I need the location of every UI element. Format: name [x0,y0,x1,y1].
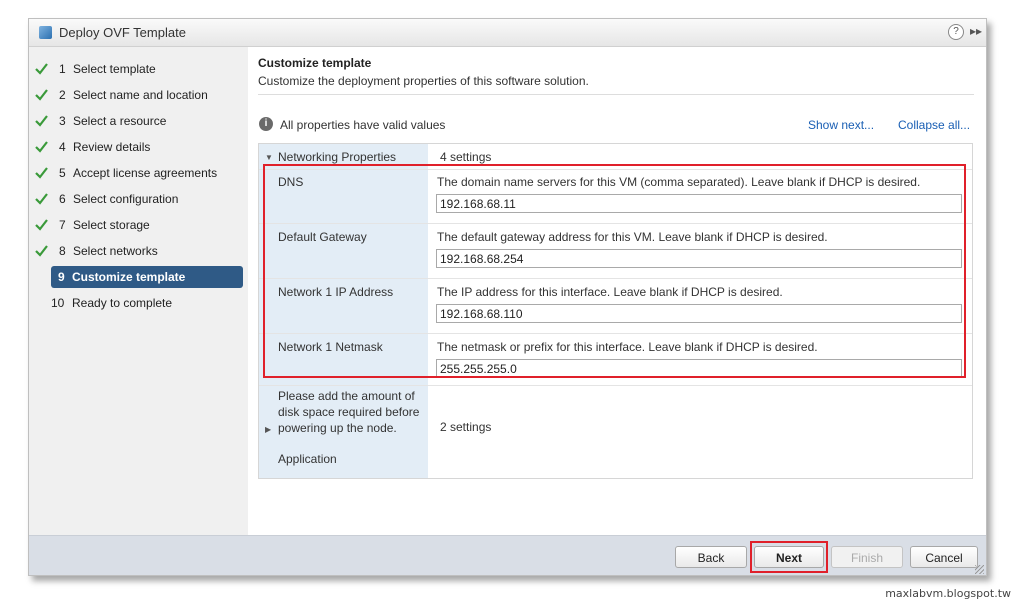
info-icon: i [259,117,273,131]
ip-address-input[interactable] [436,304,962,323]
checkmark-icon [35,141,48,153]
application-description[interactable]: Please add the amount of disk space requ… [278,388,426,436]
step-select-configuration[interactable]: 6 Select configuration [29,188,248,210]
finish-button: Finish [831,546,903,568]
row-divider [259,278,972,279]
help-icon[interactable]: ? [948,24,964,40]
row-divider [259,169,972,170]
networking-settings-count: 4 settings [440,150,492,164]
show-next-link[interactable]: Show next... [808,118,874,132]
dialog-title: Deploy OVF Template [59,25,186,40]
step-number: 3 [59,114,66,128]
step-customize-template[interactable]: 9 Customize template [51,266,243,288]
step-select-resource[interactable]: 3 Select a resource [29,110,248,132]
step-label: Select a resource [73,114,167,128]
step-number: 4 [59,140,66,154]
step-number: 8 [59,244,66,258]
ip-address-label: Network 1 IP Address [278,285,394,299]
row-divider [259,333,972,334]
page-subtitle: Customize the deployment properties of t… [258,74,589,88]
application-settings-count: 2 settings [440,420,492,434]
step-number: 6 [59,192,66,206]
application-header[interactable]: Application [278,452,337,466]
cancel-button[interactable]: Cancel [910,546,978,568]
checkmark-icon [35,245,48,257]
step-label: Select configuration [73,192,179,206]
resize-grip-icon[interactable] [975,565,984,574]
step-label: Review details [73,140,151,154]
default-gateway-input[interactable] [436,249,962,268]
expand-icon[interactable]: ▸▸ [970,24,982,38]
checkmark-icon [35,63,48,75]
step-label: Select template [73,62,156,76]
default-gateway-description: The default gateway address for this VM.… [437,230,828,244]
step-number: 9 [58,270,65,284]
checkmark-icon [35,115,48,127]
divider [258,94,974,95]
back-button[interactable]: Back [675,546,747,568]
row-divider [259,223,972,224]
step-accept-license[interactable]: 5 Accept license agreements [29,162,248,184]
collapse-arrow-icon[interactable]: ▼ [265,153,273,162]
step-number: 10 [51,296,65,310]
wizard-steps: 1 Select template 2 Select name and loca… [29,47,248,535]
default-gateway-label: Default Gateway [278,230,367,244]
content-panel: Customize template Customize the deploym… [248,47,986,535]
checkmark-icon [35,167,48,179]
step-select-name-location[interactable]: 2 Select name and location [29,84,248,106]
networking-properties-header[interactable]: Networking Properties [278,150,396,164]
watermark: maxlabvm.blogspot.tw [885,587,1011,600]
step-select-template[interactable]: 1 Select template [29,58,248,80]
netmask-label: Network 1 Netmask [278,340,383,354]
checkmark-icon [35,219,48,231]
step-label: Select name and location [73,88,208,102]
step-number: 7 [59,218,66,232]
step-number: 1 [59,62,66,76]
row-divider [259,385,972,386]
step-number: 5 [59,166,66,180]
step-select-storage[interactable]: 7 Select storage [29,214,248,236]
step-label: Customize template [72,270,186,284]
page-title: Customize template [258,56,372,70]
vm-icon [39,26,52,39]
step-ready-to-complete[interactable]: 10 Ready to complete [29,292,248,314]
checkmark-icon [35,89,48,101]
step-select-networks[interactable]: 8 Select networks [29,240,248,262]
step-label: Accept license agreements [73,166,218,180]
expand-arrow-icon[interactable]: ▶ [265,425,271,434]
deploy-ovf-dialog: Deploy OVF Template ? ▸▸ 1 Select templa… [28,18,987,576]
checkmark-icon [35,193,48,205]
dns-description: The domain name servers for this VM (com… [437,175,921,189]
next-button[interactable]: Next [754,546,824,568]
step-review-details[interactable]: 4 Review details [29,136,248,158]
validation-status: All properties have valid values [280,118,446,132]
dialog-footer: Back Next Finish Cancel [29,535,986,575]
step-number: 2 [59,88,66,102]
ip-address-description: The IP address for this interface. Leave… [437,285,783,299]
collapse-all-link[interactable]: Collapse all... [898,118,970,132]
properties-table: ▼ Networking Properties 4 settings DNS T… [258,143,973,479]
step-label: Ready to complete [72,296,173,310]
netmask-input[interactable] [436,359,962,378]
dns-label: DNS [278,175,304,189]
dns-input[interactable] [436,194,962,213]
step-label: Select networks [73,244,158,258]
step-label: Select storage [73,218,150,232]
title-bar: Deploy OVF Template ? ▸▸ [29,19,986,47]
netmask-description: The netmask or prefix for this interface… [437,340,818,354]
